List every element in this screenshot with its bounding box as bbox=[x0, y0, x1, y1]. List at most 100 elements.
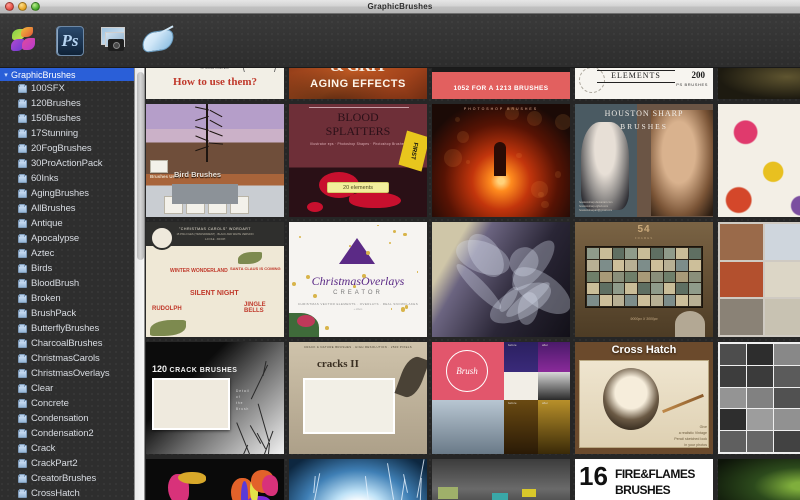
thumbnail-image[interactable]: Brush before after before after bbox=[432, 342, 570, 454]
thumbnail-image[interactable]: HOUSTON SHARP BRUSHES houstonsharp.deviant… bbox=[575, 104, 713, 217]
photoshop-icon[interactable]: Ps bbox=[52, 23, 88, 59]
artwork-credits: houstonsharp.deviantart.com houstonsharp… bbox=[579, 201, 613, 213]
thumbnail-cell[interactable]: ELEMENTS 200 PS BRUSHES bbox=[575, 68, 713, 99]
thumbnail-cell[interactable]: Cross Hatch Give a realistic Vintage Penc… bbox=[575, 342, 713, 454]
thumbnail-image[interactable]: ELEMENTS 200 PS BRUSHES bbox=[575, 68, 713, 99]
thumbnail-image[interactable]: for Adobe Illustrator How to use them? \ / bbox=[146, 68, 284, 99]
thumbnail-cell[interactable]: Brush before after before after bbox=[432, 342, 570, 454]
thumbnail-cell[interactable] bbox=[432, 459, 570, 500]
thumbnail-cell[interactable] bbox=[718, 68, 800, 99]
thumbnail-image[interactable] bbox=[718, 222, 800, 337]
thumbnail-image[interactable]: & GRIT AGING EFFECTS bbox=[289, 68, 427, 99]
sidebar-item-150brushes[interactable]: 150Brushes bbox=[0, 111, 134, 126]
minimize-button[interactable] bbox=[18, 2, 27, 11]
thumbnail-image[interactable] bbox=[718, 68, 800, 99]
sidebar-item-crosshatch[interactable]: CrossHatch bbox=[0, 486, 134, 500]
thumbnail-grid-view[interactable]: for Adobe Illustrator How to use them?\ / &… bbox=[146, 68, 800, 500]
photos-icon[interactable] bbox=[96, 23, 132, 59]
sidebar-item-agingbrushes[interactable]: AgingBrushes bbox=[0, 186, 134, 201]
thumbnail-cell[interactable] bbox=[146, 459, 284, 500]
crack-line bbox=[251, 364, 269, 399]
thumbnail-cell[interactable]: 16 FIRE&FLAMES BRUSHES bbox=[575, 459, 713, 500]
thumbnail-image[interactable]: Cross Hatch Give a realistic Vintage Penc… bbox=[575, 342, 713, 454]
thumbnail-cell[interactable]: Brushes Used Bird Brushes bbox=[146, 104, 284, 217]
sidebar-item-label: AgingBrushes bbox=[31, 188, 89, 199]
sidebar-item-17stunning[interactable]: 17Stunning bbox=[0, 126, 134, 141]
butterfly-icon[interactable] bbox=[8, 23, 44, 59]
sidebar-item-allbrushes[interactable]: AllBrushes bbox=[0, 201, 134, 216]
thumbnail-cell[interactable]: PHOTOSHOP BRUSHES bbox=[432, 104, 570, 217]
sidebar-item-christmascarols[interactable]: ChristmasCarols bbox=[0, 351, 134, 366]
sidebar-item-60inks[interactable]: 60Inks bbox=[0, 171, 134, 186]
sidebar-item-condensation[interactable]: Condensation bbox=[0, 411, 134, 426]
thumbnail-image[interactable] bbox=[432, 459, 570, 500]
sidebar-item-butterflybrushes[interactable]: ButterflyBrushes bbox=[0, 321, 134, 336]
thumbnail-image[interactable]: BLOOD SPLATTERS Illustrator eps · Photosho… bbox=[289, 104, 427, 217]
sidebar-item-120brushes[interactable]: 120Brushes bbox=[0, 96, 134, 111]
thumbnail-cell[interactable] bbox=[718, 222, 800, 337]
thumbnail-image[interactable]: 16 FIRE&FLAMES BRUSHES bbox=[575, 459, 713, 500]
sidebar-item-condensation2[interactable]: Condensation2 bbox=[0, 426, 134, 441]
thumbnail-cell[interactable] bbox=[718, 459, 800, 500]
sidebar-item-crackpart2[interactable]: CrackPart2 bbox=[0, 456, 134, 471]
thumbnail-cell[interactable]: "CHRISTMAS CAROLS" WORDART 15 PNG FILES (… bbox=[146, 222, 284, 337]
thumbnail-image[interactable]: Brushes Used Bird Brushes bbox=[146, 104, 284, 217]
thumbnail-cell[interactable]: 24 bbox=[289, 459, 427, 500]
folder-icon bbox=[18, 128, 27, 138]
sidebar-scrollbar[interactable] bbox=[134, 68, 145, 500]
sidebar-item-concrete[interactable]: Concrete bbox=[0, 396, 134, 411]
sidebar-item-clear[interactable]: Clear bbox=[0, 381, 134, 396]
thumbnail-image[interactable]: ChristmasOverlays CREATOR CHRISTMAS VECTOR… bbox=[289, 222, 427, 337]
sidebar-item-apocalypse[interactable]: Apocalypse bbox=[0, 231, 134, 246]
sidebar-item-bloodbrush[interactable]: BloodBrush bbox=[0, 276, 134, 291]
sidebar-item-creatorbrushes[interactable]: CreatorBrushes bbox=[0, 471, 134, 486]
thumbnail-image[interactable]: 54 FRAMES 9000px X 3000px bbox=[575, 222, 713, 337]
stamp-thumb bbox=[774, 387, 800, 409]
zoom-button[interactable] bbox=[31, 2, 40, 11]
thumbnail-image[interactable]: PHOTOSHOP BRUSHES bbox=[432, 104, 570, 217]
sidebar-item-christmasoverlays[interactable]: ChristmasOverlays bbox=[0, 366, 134, 381]
frame-swatch bbox=[612, 295, 625, 306]
thumbnail-cell[interactable]: & GRIT AGING EFFECTS bbox=[289, 68, 427, 99]
thumbnail-image[interactable] bbox=[718, 104, 800, 217]
sidebar-item-aztec[interactable]: Aztec bbox=[0, 246, 134, 261]
chevron-down-icon[interactable]: ▾ bbox=[2, 71, 10, 79]
folder-tree-sidebar[interactable]: ▾ GraphicBrushes 100SFX 120Brushes 150Brus… bbox=[0, 68, 134, 500]
thumbnail-cell[interactable]: ChristmasOverlays CREATOR CHRISTMAS VECTOR… bbox=[289, 222, 427, 337]
close-button[interactable] bbox=[5, 2, 14, 11]
sidebar-item-30proactionpack[interactable]: 30ProActionPack bbox=[0, 156, 134, 171]
sidebar-item-antique[interactable]: Antique bbox=[0, 216, 134, 231]
thumbnail-image[interactable] bbox=[718, 342, 800, 454]
thumbnail-cell[interactable] bbox=[432, 222, 570, 337]
thumbnail-cell[interactable]: HOUSTON SHARP BRUSHES houstonsharp.deviant… bbox=[575, 104, 713, 217]
thumbnail-image[interactable]: "CHRISTMAS CAROLS" WORDART 15 PNG FILES (… bbox=[146, 222, 284, 337]
thumbnail-image[interactable] bbox=[718, 459, 800, 500]
folder-icon bbox=[18, 278, 27, 288]
thumbnail-cell[interactable] bbox=[718, 342, 800, 454]
thumbnail-image[interactable]: 24 bbox=[289, 459, 427, 500]
thumbnail-cell[interactable] bbox=[718, 104, 800, 217]
thumbnail-image[interactable] bbox=[432, 222, 570, 337]
thumbnail-image[interactable]: 1052 FOR A 1213 BRUSHES bbox=[432, 68, 570, 99]
thumbnail-cell[interactable]: CRACK & NATURE BRUSHES · HIGH RESOLUTION… bbox=[289, 342, 427, 454]
brush-icon[interactable] bbox=[140, 23, 176, 59]
sidebar-item-charcoalbrushes[interactable]: CharcoalBrushes bbox=[0, 336, 134, 351]
thumbnail-image[interactable] bbox=[146, 459, 284, 500]
thumbnail-cell[interactable]: 1052 FOR A 1213 BRUSHES bbox=[432, 68, 570, 99]
thumbnail-image[interactable]: CRACK & NATURE BRUSHES · HIGH RESOLUTION… bbox=[289, 342, 427, 454]
thumbnail-image[interactable]: 120 CRACK BRUSHES Detail of the Brush bbox=[146, 342, 284, 454]
sidebar-scrollbar-thumb[interactable] bbox=[137, 72, 144, 260]
thumbnail-cell[interactable]: 120 CRACK BRUSHES Detail of the Brush bbox=[146, 342, 284, 454]
sidebar-item-brushpack[interactable]: BrushPack bbox=[0, 306, 134, 321]
sidebar-item-100sfx[interactable]: 100SFX bbox=[0, 81, 134, 96]
folder-icon bbox=[18, 248, 27, 258]
thumbnail-cell[interactable]: for Adobe Illustrator How to use them? \ / bbox=[146, 68, 284, 99]
thumbnail-cell[interactable]: BLOOD SPLATTERS Illustrator eps · Photosho… bbox=[289, 104, 427, 217]
sidebar-item-20fogbrushes[interactable]: 20FogBrushes bbox=[0, 141, 134, 156]
sidebar-item-broken[interactable]: Broken bbox=[0, 291, 134, 306]
sidebar-item-crack[interactable]: Crack bbox=[0, 441, 134, 456]
sidebar-item-birds[interactable]: Birds bbox=[0, 261, 134, 276]
sidebar-item-label: Condensation2 bbox=[31, 428, 94, 439]
sidebar-item-graphicbrushes[interactable]: ▾ GraphicBrushes bbox=[0, 68, 134, 81]
thumbnail-cell[interactable]: 54 FRAMES 9000px X 3000px bbox=[575, 222, 713, 337]
